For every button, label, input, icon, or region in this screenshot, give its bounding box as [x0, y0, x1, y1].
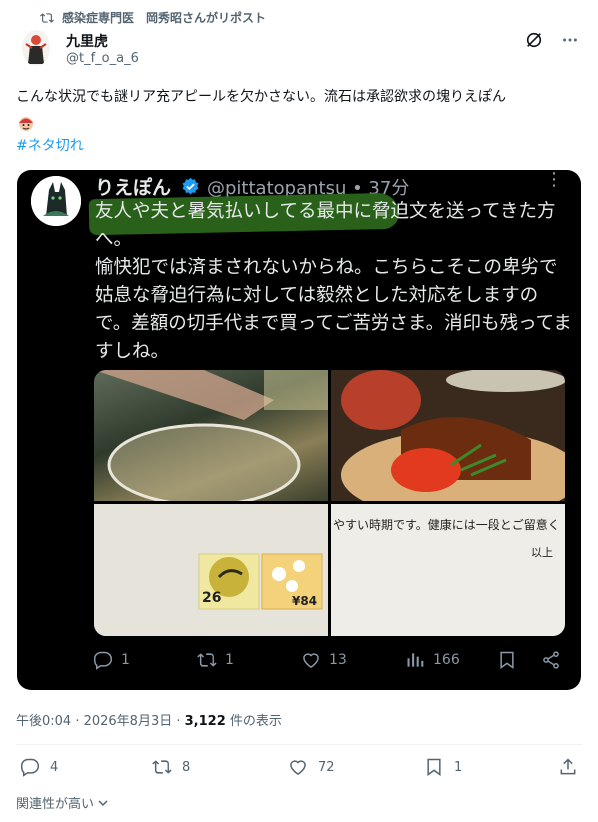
- author-name[interactable]: 九里虎: [66, 31, 108, 51]
- tweet-meta: 午後0:04 · 2026年8月3日 · 3,122 件の表示: [16, 710, 282, 729]
- view-count: 3,122: [184, 714, 226, 729]
- letter-closing: 以上: [531, 546, 553, 559]
- repost-count: 8: [182, 759, 191, 775]
- letter-text: やすい時期です。健康には一段とご留意く: [333, 518, 560, 532]
- sort-label: 関連性が高い: [16, 797, 95, 812]
- embedded-name: りえぽん: [95, 177, 172, 199]
- embedded-reply-stat: 1: [93, 650, 130, 670]
- photo-letter: やすい時期です。健康には一段とご留意く 以上: [331, 504, 565, 636]
- tweet-text: こんな状況でも謎リア充アピールを欠かさない。流石は承認欲求の塊りえぽん: [16, 89, 506, 105]
- repost-indicator[interactable]: 感染症専門医 岡秀昭さんがリポスト: [40, 9, 266, 26]
- embedded-media-grid: 26 ¥84 やすい時期です。健康には一段とご留意く 以上: [94, 370, 565, 636]
- embedded-avatar: [31, 176, 81, 226]
- repost-icon: [40, 12, 54, 23]
- bookmark-count: 1: [454, 759, 463, 775]
- divider: [16, 744, 582, 745]
- share-button[interactable]: [558, 757, 578, 777]
- hashtag-link[interactable]: #ネタ切れ: [16, 135, 84, 155]
- photo-stamps: 26 ¥84: [94, 504, 328, 636]
- embedded-share-icon: [541, 650, 561, 670]
- embedded-like-stat: 13: [301, 650, 347, 670]
- stamp-value-84: ¥84: [292, 594, 318, 608]
- like-count: 72: [318, 759, 335, 775]
- repost-icon: [152, 760, 172, 774]
- embedded-repost-stat: 1: [197, 650, 234, 670]
- embedded-more-icon: ⋮: [545, 170, 563, 190]
- view-label: 件の表示: [225, 714, 282, 729]
- chevron-down-icon: [98, 799, 108, 806]
- reply-button[interactable]: 4: [20, 757, 58, 777]
- photo-drink-glass: [94, 370, 328, 507]
- grok-icon[interactable]: [524, 30, 544, 50]
- bookmark-icon: [427, 758, 441, 776]
- embedded-views-stat: 166: [405, 650, 460, 670]
- repost-text: 感染症専門医 岡秀昭さんがリポスト: [62, 11, 267, 25]
- author-avatar[interactable]: [22, 30, 50, 66]
- like-button[interactable]: 72: [288, 757, 335, 777]
- author-handle[interactable]: @t_f_o_a_6: [66, 51, 139, 66]
- reply-icon: [20, 758, 40, 777]
- repost-button[interactable]: 8: [152, 757, 190, 777]
- face-emoji-icon: [16, 114, 36, 134]
- photo-food-bowl: [331, 370, 565, 520]
- heart-icon: [290, 760, 306, 775]
- more-icon[interactable]: [560, 30, 580, 50]
- embedded-tweet-image[interactable]: りえぽん @pittatopantsu • 37分 ⋮ 友人や夫と暑気払いしてる…: [17, 170, 581, 690]
- reply-count: 4: [50, 759, 59, 775]
- embedded-bookmark-icon: [497, 650, 517, 670]
- bookmark-button[interactable]: 1: [424, 757, 462, 777]
- tweet-timestamp[interactable]: 午後0:04 · 2026年8月3日 ·: [16, 714, 185, 729]
- stamp-value-26: 26: [202, 590, 222, 606]
- verified-badge-icon: [182, 177, 199, 195]
- sort-relevance-dropdown[interactable]: 関連性が高い: [16, 793, 109, 812]
- share-icon: [560, 758, 576, 775]
- embedded-text: 友人や夫と暑気払いしてる最中に脅迫文を送ってきた方へ。 愉快犯では済まされないか…: [95, 201, 572, 362]
